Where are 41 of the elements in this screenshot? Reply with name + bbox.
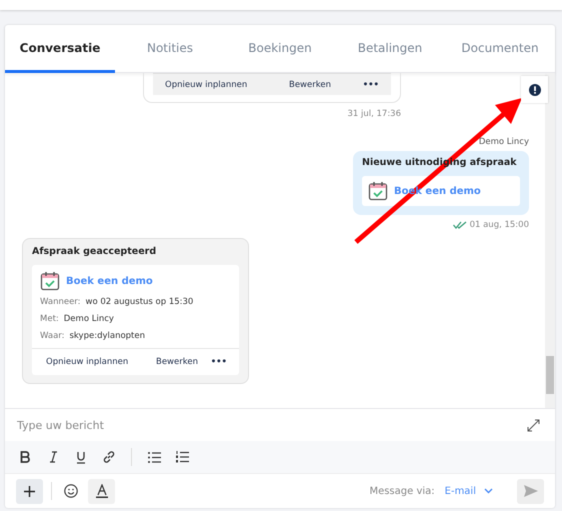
detail-value: skype:dylanopten (70, 331, 145, 341)
expand-icon (526, 418, 540, 432)
tab[interactable]: Betalingen (335, 25, 445, 73)
tab[interactable]: Boekingen (225, 25, 335, 73)
tab[interactable]: Documenten (445, 25, 555, 73)
tab[interactable]: Notities (115, 25, 225, 73)
chevron-down-icon (484, 488, 493, 494)
message-title: Afspraak geaccepteerd (32, 246, 158, 257)
more-button[interactable]: ••• (362, 80, 379, 90)
italic-icon (48, 451, 58, 463)
detail-value: Demo Lincy (64, 314, 114, 324)
sender-name: Demo Lincy (478, 137, 529, 147)
bullet-list-icon (148, 452, 160, 462)
calendar-icon (368, 181, 388, 201)
alert-icon (528, 84, 540, 96)
timestamp: 31 jul, 17:36 (347, 109, 401, 119)
add-button[interactable] (16, 478, 43, 504)
more-button[interactable]: ••• (210, 357, 227, 367)
detail-label: Met: (40, 314, 59, 324)
underline-icon (76, 450, 86, 464)
smiley-icon (64, 484, 78, 498)
action-link[interactable]: Opnieuw inplannen (165, 80, 289, 90)
scrollbar[interactable] (545, 73, 555, 408)
text-color-icon (96, 484, 108, 498)
alert-button[interactable] (521, 76, 548, 103)
action-link[interactable]: Bewerken (156, 357, 211, 367)
detail-value: wo 02 augustus op 15:30 (86, 297, 194, 307)
link-icon (102, 450, 116, 464)
channel-label: Message via: (369, 486, 435, 496)
detail-label: Waar: (40, 331, 64, 341)
text-format-button[interactable] (88, 478, 115, 504)
tab[interactable]: Conversatie (5, 25, 115, 73)
timestamp: 01 aug, 15:00 (470, 220, 529, 230)
action-link[interactable]: Opnieuw inplannen (46, 357, 156, 367)
plus-icon (24, 486, 35, 496)
action-link[interactable]: Bewerken (289, 80, 363, 90)
calendar-icon (40, 271, 60, 291)
bold-icon (20, 451, 30, 463)
detail-label: Wanneer: (40, 297, 81, 307)
send-icon (524, 485, 538, 497)
numbered-list-icon (176, 451, 188, 463)
